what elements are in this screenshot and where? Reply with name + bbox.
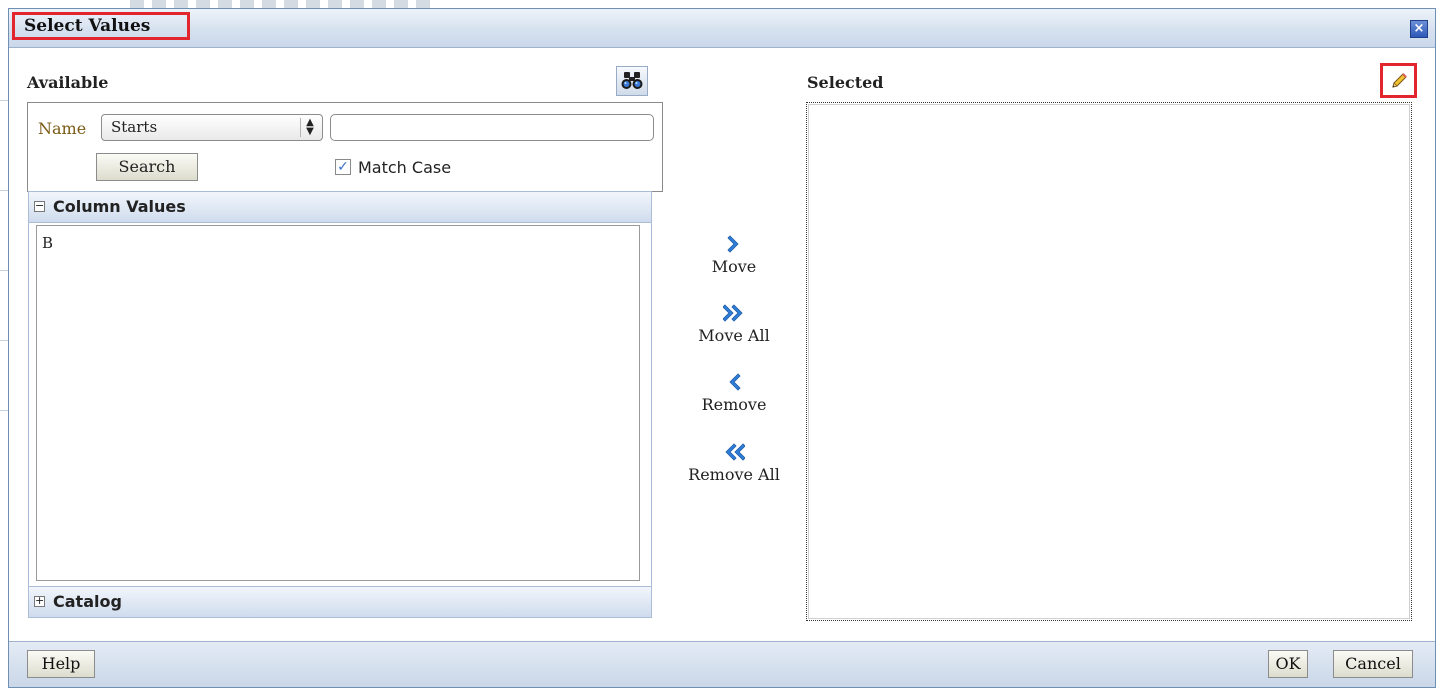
background-line [0,100,8,101]
expand-icon[interactable]: + [34,595,45,607]
move-all-button[interactable]: Move All [669,302,799,345]
dialog-title: Select Values [12,12,190,40]
match-case-label: Match Case [358,158,452,177]
background-page-strip [130,0,430,8]
background-line [0,190,8,191]
search-input[interactable] [330,114,654,141]
column-values-title: Column Values [53,197,186,216]
move-all-label: Move All [698,326,770,345]
remove-label: Remove [701,395,767,414]
catalog-header[interactable]: + Catalog [28,586,652,618]
select-updown-icon: ▲ ▼ [300,118,319,137]
move-button[interactable]: Move [669,233,799,276]
move-icon [727,235,739,253]
catalog-title: Catalog [53,592,122,611]
binoculars-icon[interactable] [616,66,648,96]
remove-icon [729,373,741,391]
name-label: Name [38,119,87,138]
help-button[interactable]: Help [27,650,95,678]
selected-values-list[interactable] [806,102,1412,621]
move-all-icon [723,304,743,322]
remove-all-button[interactable]: Remove All [669,441,799,484]
select-values-dialog: Select Values × Available Name Starts ▲ ▼… [8,8,1436,688]
background-line [0,410,8,411]
available-label: Available [27,73,109,92]
remove-all-icon [725,443,745,461]
background-line [0,340,8,341]
remove-all-label: Remove All [688,465,780,484]
remove-button[interactable]: Remove [669,371,799,414]
search-panel: Name Starts ▲ ▼ Search ✓ Match Case [27,102,663,192]
move-label: Move [711,257,757,276]
dialog-footer: Help OK Cancel [9,641,1435,687]
collapse-icon[interactable]: − [34,200,45,212]
column-values-header[interactable]: − Column Values [28,191,652,223]
list-item[interactable]: B [42,234,53,252]
column-values-panel: B [28,223,652,591]
dialog-titlebar: Select Values × [9,9,1435,48]
operator-select-value: Starts [111,118,158,136]
column-values-list[interactable]: B [36,225,640,581]
close-icon[interactable]: × [1410,20,1428,38]
search-button[interactable]: Search [96,153,198,181]
match-case-checkbox[interactable]: ✓ [335,159,351,175]
background-line [0,270,8,271]
operator-select[interactable]: Starts ▲ ▼ [101,114,323,141]
cancel-button[interactable]: Cancel [1333,650,1413,678]
pencil-icon[interactable] [1380,63,1417,98]
selected-label: Selected [807,73,884,92]
ok-button[interactable]: OK [1268,650,1308,678]
